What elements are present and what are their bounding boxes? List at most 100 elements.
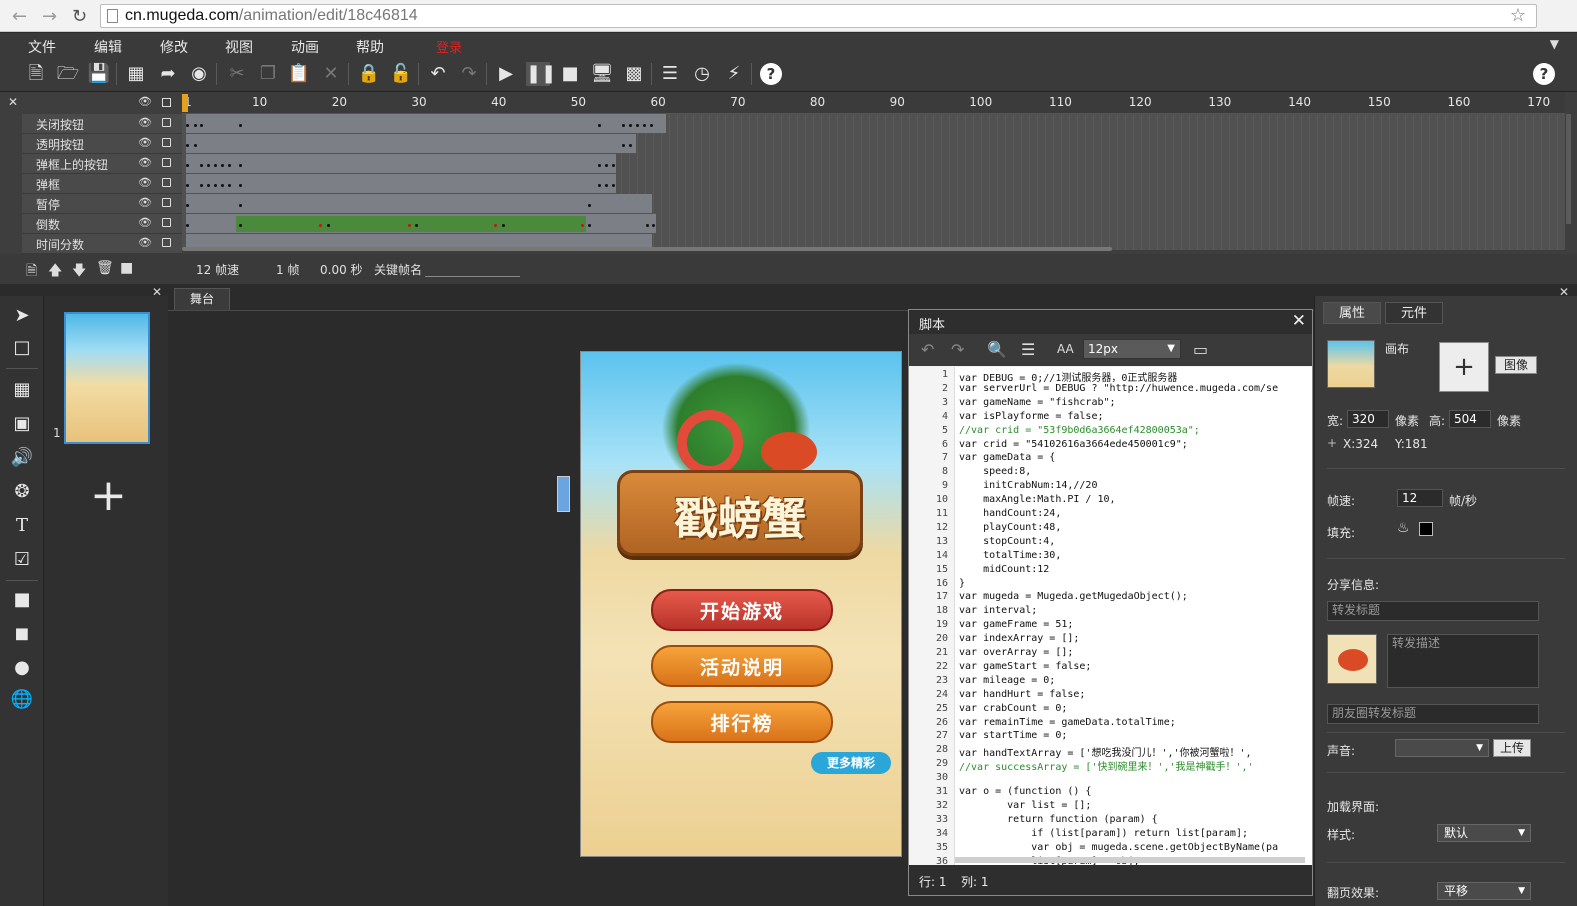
gallery-icon[interactable]: ▦	[124, 62, 148, 86]
keyframe-name-input[interactable]	[425, 276, 520, 277]
sound-select[interactable]: ▼	[1395, 739, 1489, 757]
lock-icon[interactable]	[162, 138, 171, 147]
film-reel-icon[interactable]: ❂	[10, 480, 34, 504]
scene-panel-close-icon[interactable]: ✕	[152, 285, 162, 299]
lock-icon[interactable]	[162, 158, 171, 167]
folder-icon[interactable]: ■	[120, 260, 133, 276]
cut-icon[interactable]: ✂	[225, 62, 249, 86]
timeline-layer[interactable]: 时间分数 👁	[22, 234, 182, 254]
menu-view[interactable]: 视图	[225, 37, 253, 57]
font-size-select[interactable]: 12px ▼	[1083, 339, 1181, 359]
tab-elements[interactable]: 元件	[1385, 302, 1443, 324]
menu-help[interactable]: 帮助	[356, 37, 384, 57]
upload-button[interactable]: 上传	[1493, 739, 1531, 757]
timeline-layer[interactable]: 关闭按钮 👁	[22, 114, 182, 134]
lock-icon[interactable]	[162, 118, 171, 127]
move-down-icon[interactable]: 🡇	[72, 260, 86, 284]
timeline-layer[interactable]: 弹框上的按钮 👁	[22, 154, 182, 174]
new-file-icon[interactable]: 🗎	[24, 62, 48, 86]
eye-icon[interactable]: 👁	[138, 136, 152, 149]
code-editor[interactable]: 1 2 3 4 5 6 7 8 9 10 11 12 13 14 15 16 17 18 19 20 21 22 23 24 2…	[909, 367, 1312, 865]
copy-icon[interactable]: ❐	[256, 62, 280, 86]
fullscreen-icon[interactable]: ▭	[1193, 340, 1208, 359]
code-horizontal-scrollbar[interactable]	[955, 857, 1305, 863]
pause-icon[interactable]: ❚❚	[526, 62, 556, 86]
frame-ruler[interactable]: 1102030405060708090100110120130140150160…	[182, 92, 1565, 114]
tab-properties[interactable]: 属性	[1323, 302, 1381, 324]
eye-icon[interactable]: 👁	[138, 196, 152, 209]
globe-icon[interactable]: 🌐	[10, 688, 34, 712]
layers-icon[interactable]: ◉	[187, 62, 211, 86]
sound-icon[interactable]: 🔊	[10, 446, 34, 470]
lock-all-icon[interactable]	[162, 98, 171, 107]
menu-edit[interactable]: 编辑	[94, 37, 122, 57]
columns-icon[interactable]: ☰	[658, 62, 682, 86]
bookmark-star-icon[interactable]: ☆	[1510, 5, 1526, 26]
eye-icon[interactable]: 👁	[138, 116, 152, 129]
fps-input[interactable]: 12	[1397, 489, 1443, 507]
rounded-rect-icon[interactable]: ◼	[10, 622, 34, 646]
paste-icon[interactable]: 📋	[287, 62, 311, 86]
eye-all-icon[interactable]: 👁	[138, 95, 152, 108]
add-image-button[interactable]: +	[1439, 342, 1489, 392]
playhead[interactable]	[182, 94, 188, 112]
search-icon[interactable]: 🔍	[987, 340, 1007, 359]
timeline-layer[interactable]: 倒数 👁	[22, 214, 182, 234]
lock-icon[interactable]: 🔒	[357, 62, 381, 86]
fill-color-swatch[interactable]	[1419, 522, 1433, 536]
frame-grid[interactable]	[182, 114, 1565, 250]
scene-thumbnail[interactable]	[64, 312, 150, 444]
timeline-layer[interactable]: 暂停 👁	[22, 194, 182, 214]
move-up-icon[interactable]: 🡅	[48, 260, 62, 284]
timeline-vertical-scrollbar[interactable]	[1566, 114, 1571, 224]
lock-icon[interactable]	[162, 178, 171, 187]
share-desc-input[interactable]: 转发描述	[1387, 634, 1539, 688]
help-bulb-icon[interactable]: ?	[1533, 63, 1555, 85]
play-icon[interactable]: ▶	[494, 62, 518, 86]
eye-icon[interactable]: 👁	[138, 216, 152, 229]
share-title-input[interactable]: 转发标题	[1327, 601, 1539, 621]
menu-collapse-icon[interactable]: ▼	[1550, 37, 1559, 51]
reload-icon[interactable]: ↻	[72, 6, 87, 27]
forward-icon[interactable]: →	[42, 6, 57, 27]
preview-icon[interactable]: 🖥	[590, 62, 614, 86]
height-input[interactable]: 504	[1449, 410, 1491, 428]
paint-bucket-icon[interactable]: ♨	[1397, 520, 1410, 536]
circle-icon[interactable]: ●	[10, 656, 34, 680]
lock-icon[interactable]	[162, 198, 171, 207]
transform-icon[interactable]: □	[10, 336, 34, 360]
rectangle-icon[interactable]: ■	[10, 588, 34, 612]
undo-icon[interactable]: ↶	[921, 340, 934, 359]
eye-icon[interactable]: 👁	[138, 176, 152, 189]
delete-icon[interactable]: ✕	[319, 62, 343, 86]
tab-stage[interactable]: 舞台	[174, 288, 230, 310]
lock-icon[interactable]	[162, 218, 171, 227]
add-scene-icon[interactable]: +	[90, 474, 127, 518]
undo-icon[interactable]: ↶	[426, 62, 450, 86]
timeline-scrollbar[interactable]	[182, 247, 1112, 251]
select-arrow-icon[interactable]: ➤	[10, 304, 34, 328]
timeline-layer[interactable]: 弹框 👁	[22, 174, 182, 194]
menu-login[interactable]: 登录	[436, 37, 462, 56]
image-icon[interactable]: ▣	[10, 412, 34, 436]
stage-canvas[interactable]: 戳螃蟹 开始游戏 活动说明 排行榜 更多精彩	[580, 351, 902, 857]
timeline-close-icon[interactable]: ✕	[8, 95, 18, 109]
start-game-button[interactable]: 开始游戏	[651, 589, 833, 631]
menu-modify[interactable]: 修改	[160, 37, 188, 57]
redo-icon[interactable]: ↷	[951, 340, 964, 359]
leaderboard-button[interactable]: 排行榜	[651, 701, 833, 743]
page-effect-select[interactable]: 平移 ▼	[1437, 882, 1531, 900]
menu-animation[interactable]: 动画	[291, 37, 319, 57]
address-bar[interactable]: cn.mugeda.com/animation/edit/18c46814 ☆	[100, 4, 1537, 28]
clock-icon[interactable]: ◷	[690, 62, 714, 86]
stop-icon[interactable]: ■	[558, 62, 582, 86]
image-button[interactable]: 图像	[1495, 356, 1537, 374]
rules-button[interactable]: 活动说明	[651, 645, 833, 687]
eye-icon[interactable]: 👁	[138, 236, 152, 249]
properties-close-icon[interactable]: ✕	[1559, 285, 1569, 299]
list-icon[interactable]: ☰	[1021, 340, 1035, 359]
help-icon[interactable]: ?	[760, 63, 782, 85]
menu-file[interactable]: 文件	[28, 37, 56, 57]
stage-drag-handle[interactable]	[557, 476, 570, 512]
qrcode-icon[interactable]: ▩	[622, 62, 646, 86]
